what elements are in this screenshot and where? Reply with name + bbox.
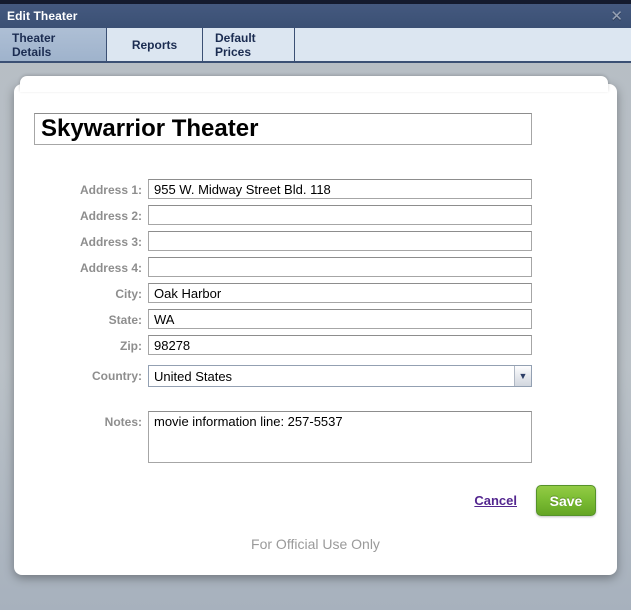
- city-input[interactable]: [148, 283, 532, 303]
- tab-theater-details[interactable]: Theater Details: [0, 28, 107, 61]
- save-button[interactable]: Save: [536, 485, 596, 516]
- country-select-wrap: United States▼: [148, 365, 532, 387]
- footer-note: For Official Use Only: [14, 536, 617, 552]
- address-4-input[interactable]: [148, 257, 532, 277]
- notes-label: Notes:: [28, 411, 142, 429]
- state-row: State:: [28, 309, 617, 329]
- address-3-row: Address 3:: [28, 231, 617, 251]
- dialog-title: Edit Theater: [7, 9, 78, 23]
- address-1-label: Address 1:: [28, 179, 142, 197]
- address-3-label: Address 3:: [28, 231, 142, 249]
- address-3-input[interactable]: [148, 231, 532, 251]
- country-label: Country:: [28, 365, 142, 383]
- country-select[interactable]: United States: [148, 365, 532, 387]
- notes-row: Notes:: [28, 411, 617, 463]
- zip-label: Zip:: [28, 335, 142, 353]
- tab-bar: Theater DetailsReportsDefault Prices: [0, 28, 631, 63]
- city-row: City:: [28, 283, 617, 303]
- tab-reports[interactable]: Reports: [107, 28, 203, 61]
- address-1-input[interactable]: [148, 179, 532, 199]
- notes-textarea[interactable]: [148, 411, 532, 463]
- address-1-row: Address 1:: [28, 179, 617, 199]
- cancel-button[interactable]: Cancel: [474, 493, 517, 508]
- close-icon[interactable]: ✕: [610, 9, 623, 24]
- state-input[interactable]: [148, 309, 532, 329]
- theater-name-input[interactable]: [34, 113, 532, 145]
- address-4-row: Address 4:: [28, 257, 617, 277]
- dialog-titlebar: Edit Theater ✕: [0, 4, 631, 28]
- theater-details-form: Address 1: Address 2: Address 3: Address 4:…: [14, 179, 617, 463]
- zip-row: Zip:: [28, 335, 617, 355]
- edit-theater-dialog: Address 1: Address 2: Address 3: Address 4:…: [14, 84, 617, 575]
- address-2-label: Address 2:: [28, 205, 142, 223]
- address-2-input[interactable]: [148, 205, 532, 225]
- theater-name-row: [14, 84, 617, 145]
- address-2-row: Address 2:: [28, 205, 617, 225]
- zip-input[interactable]: [148, 335, 532, 355]
- city-label: City:: [28, 283, 142, 301]
- tab-default-prices[interactable]: Default Prices: [203, 28, 295, 61]
- country-row: Country: United States▼: [28, 365, 617, 387]
- dialog-actions: Cancel Save: [14, 485, 596, 516]
- state-label: State:: [28, 309, 142, 327]
- address-4-label: Address 4:: [28, 257, 142, 275]
